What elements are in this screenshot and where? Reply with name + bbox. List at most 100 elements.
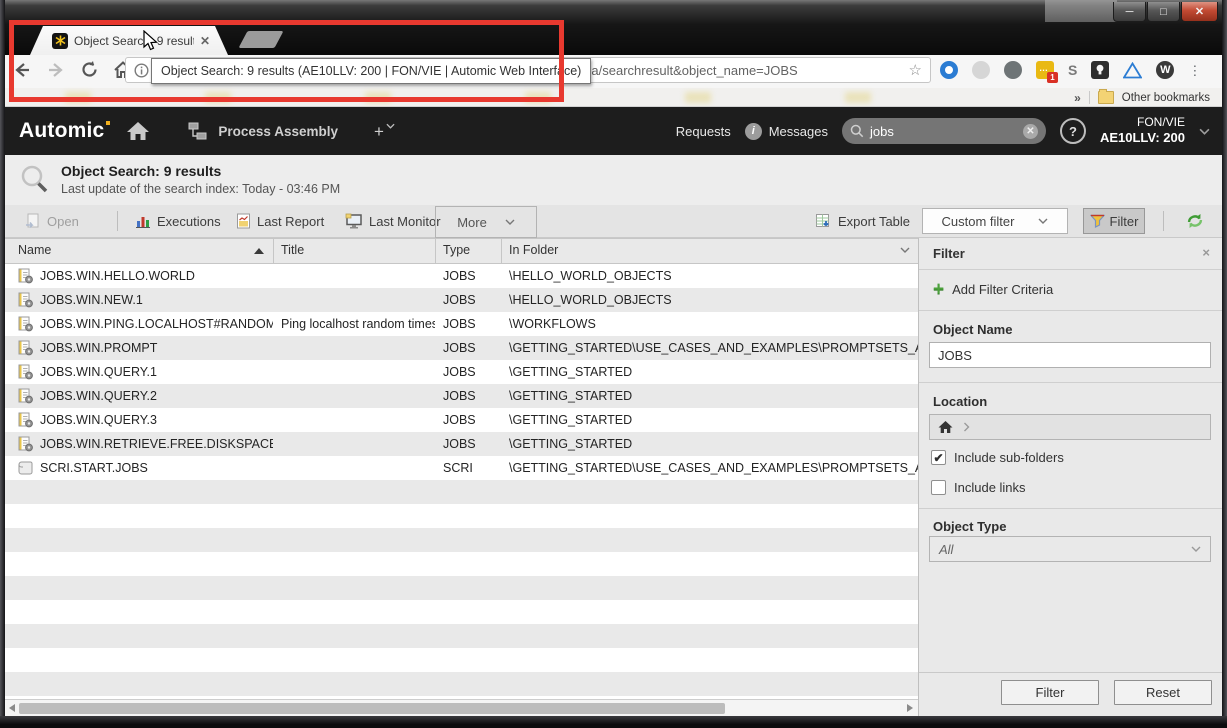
- last-report-button[interactable]: Last Report: [236, 205, 324, 237]
- page-info-icon[interactable]: [134, 63, 149, 78]
- table-row[interactable]: JOBS.WIN.NEW.1JOBS\HELLO_WORLD_OBJECTS: [5, 288, 918, 312]
- bookmarks-overflow-icon[interactable]: »: [1074, 91, 1081, 105]
- cell-name: SCRI.START.JOBS: [5, 460, 273, 476]
- table-row[interactable]: JOBS.WIN.RETRIEVE.FREE.DISKSPACEJOBS\GET…: [5, 432, 918, 456]
- other-bookmarks-button[interactable]: Other bookmarks: [1122, 92, 1210, 104]
- extension-blue-ring-icon[interactable]: [940, 61, 958, 79]
- extension-dark-circle-icon[interactable]: [1004, 61, 1022, 79]
- global-search-input[interactable]: jobs ✕: [842, 118, 1046, 144]
- search-value: jobs: [870, 124, 1017, 139]
- include-links-checkbox[interactable]: Include links: [931, 480, 1026, 495]
- user-connection-menu[interactable]: FON/VIE AE10LLV: 200: [1100, 115, 1185, 146]
- restore-button[interactable]: □: [1147, 2, 1180, 22]
- location-breadcrumb[interactable]: [929, 414, 1211, 440]
- jobs-object-icon: [18, 436, 33, 452]
- close-filter-icon[interactable]: ×: [1202, 245, 1210, 260]
- table-row[interactable]: SCRI.START.JOBSSCRI\GETTING_STARTED\USE_…: [5, 456, 918, 480]
- table-row[interactable]: JOBS.WIN.QUERY.2JOBS\GETTING_STARTED: [5, 384, 918, 408]
- column-header-title[interactable]: Title: [281, 243, 304, 257]
- open-button[interactable]: Open: [25, 205, 79, 237]
- reload-icon[interactable]: [80, 60, 99, 79]
- cell-name: JOBS.WIN.PING.LOCALHOST#RANDOM: [5, 316, 273, 332]
- add-view-button[interactable]: +: [374, 123, 395, 140]
- tab-process-assembly[interactable]: Process Assembly: [188, 121, 338, 141]
- bookmark-star-icon[interactable]: ☆: [909, 61, 922, 79]
- divider: [1163, 211, 1164, 231]
- extension-gray-circle-icon[interactable]: [972, 61, 990, 79]
- executions-button[interactable]: Executions: [135, 205, 221, 237]
- bookmark-favicon-blur: [685, 92, 711, 103]
- scrollbar-thumb[interactable]: [19, 703, 725, 714]
- cell-in-folder: \GETTING_STARTED: [501, 413, 918, 427]
- export-table-button[interactable]: Export Table: [815, 205, 910, 237]
- help-button[interactable]: ?: [1060, 118, 1086, 144]
- apply-filter-button[interactable]: Filter: [1001, 680, 1099, 705]
- requests-button[interactable]: Requests: [676, 124, 731, 139]
- forward-icon[interactable]: [46, 61, 66, 79]
- last-monitor-button[interactable]: Last Monitor: [345, 205, 441, 237]
- browser-tab[interactable]: Object Search: 9 results ( ✕: [30, 26, 228, 55]
- cell-in-folder: \GETTING_STARTED: [501, 365, 918, 379]
- tab-close-icon[interactable]: ✕: [200, 34, 210, 48]
- location-label: Location: [933, 394, 987, 409]
- jobs-object-icon: [18, 292, 33, 308]
- extension-triangle-icon[interactable]: [1123, 62, 1142, 79]
- reset-filter-button[interactable]: Reset: [1114, 680, 1212, 705]
- back-icon[interactable]: [12, 61, 32, 79]
- app-home-icon[interactable]: [126, 120, 150, 142]
- column-header-in-folder[interactable]: In Folder: [509, 243, 558, 257]
- include-subfolders-checkbox[interactable]: ✔ Include sub-folders: [931, 450, 1064, 465]
- table-row[interactable]: JOBS.WIN.QUERY.1JOBS\GETTING_STARTED: [5, 360, 918, 384]
- scroll-right-icon[interactable]: [907, 704, 913, 712]
- client-name: FON/VIE: [1100, 115, 1185, 130]
- extension-lightbulb-icon[interactable]: [1091, 61, 1109, 79]
- open-icon: [25, 213, 41, 229]
- divider: [1089, 91, 1090, 104]
- chevron-down-icon: [386, 123, 395, 129]
- scroll-left-icon[interactable]: [9, 704, 15, 712]
- clear-search-icon[interactable]: ✕: [1023, 124, 1038, 139]
- extension-w-icon[interactable]: W: [1156, 61, 1174, 79]
- close-button[interactable]: ✕: [1181, 2, 1218, 22]
- minimize-button[interactable]: ─: [1113, 2, 1146, 22]
- table-header: Name Title Type In Folder: [5, 238, 918, 264]
- results-table: Name Title Type In Folder JOBS.WIN.HELLO…: [5, 238, 918, 716]
- messages-button[interactable]: i Messages: [745, 123, 828, 140]
- cell-in-folder: \HELLO_WORLD_OBJECTS: [501, 269, 918, 283]
- url-text: @pa/searchresult&object_name=JOBS: [571, 63, 903, 78]
- cell-in-folder: \GETTING_STARTED\USE_CASES_AND_EXAMPLES\…: [501, 461, 918, 475]
- object-type-select[interactable]: All: [929, 536, 1211, 562]
- bookmarks-bar: » Other bookmarks: [5, 88, 1222, 107]
- cell-in-folder: \GETTING_STARTED: [501, 437, 918, 451]
- add-filter-criteria-button[interactable]: + Add Filter Criteria: [933, 282, 1053, 297]
- search-icon: [850, 124, 864, 138]
- table-row[interactable]: JOBS.WIN.PING.LOCALHOST#RANDOMPing local…: [5, 312, 918, 336]
- object-type-label: Object Type: [933, 519, 1006, 534]
- chevron-right-icon: [963, 422, 970, 432]
- chevron-down-icon: [1199, 128, 1210, 135]
- cell-type: JOBS: [435, 413, 501, 427]
- cell-type: JOBS: [435, 365, 501, 379]
- table-row[interactable]: JOBS.WIN.HELLO.WORLDJOBS\HELLO_WORLD_OBJ…: [5, 264, 918, 288]
- table-row[interactable]: JOBS.WIN.QUERY.3JOBS\GETTING_STARTED: [5, 408, 918, 432]
- object-name-input[interactable]: JOBS: [929, 342, 1211, 368]
- horizontal-scrollbar[interactable]: [5, 699, 918, 716]
- executions-icon: [135, 214, 151, 229]
- more-dropdown[interactable]: More: [435, 206, 537, 238]
- cell-title: Ping localhost random times: [273, 317, 435, 331]
- process-assembly-icon: [188, 121, 210, 141]
- column-header-name[interactable]: Name: [18, 243, 51, 257]
- extension-notes-icon[interactable]: … 1: [1036, 61, 1054, 79]
- column-menu-icon[interactable]: [900, 247, 910, 253]
- filter-toggle-button[interactable]: Filter: [1083, 208, 1145, 234]
- custom-filter-dropdown[interactable]: Custom filter: [922, 208, 1068, 234]
- extension-s-icon[interactable]: S: [1068, 62, 1077, 78]
- checkbox-unchecked-icon: [931, 480, 946, 495]
- table-row[interactable]: JOBS.WIN.PROMPTJOBS\GETTING_STARTED\USE_…: [5, 336, 918, 360]
- column-header-type[interactable]: Type: [443, 243, 470, 257]
- jobs-object-icon: [18, 268, 33, 284]
- export-table-icon: [815, 213, 832, 229]
- refresh-button[interactable]: [1185, 205, 1205, 237]
- tab-title: Object Search: 9 results (: [74, 34, 194, 48]
- browser-menu-icon[interactable]: ⋮: [1188, 68, 1194, 73]
